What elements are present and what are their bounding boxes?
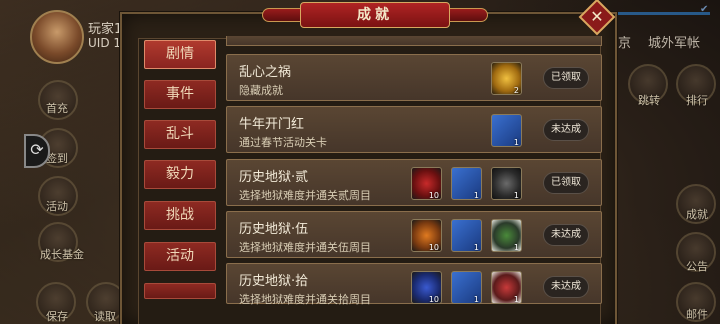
title-wing-right bbox=[448, 8, 488, 22]
achievement-desc: 通过春节活动关卡 bbox=[239, 136, 327, 149]
mail-label: 邮件 bbox=[686, 308, 708, 321]
achievement-desc: 选择地狱难度并通关贰周目 bbox=[239, 189, 371, 202]
green-warrior-icon[interactable]: 1 bbox=[491, 219, 522, 252]
reward-count: 1 bbox=[513, 295, 519, 304]
achievement-desc: 隐藏成就 bbox=[239, 84, 283, 97]
reward-count: 1 bbox=[513, 191, 519, 200]
tab-event[interactable]: 事件 bbox=[144, 80, 216, 109]
title-wing-left bbox=[262, 8, 302, 22]
tab-story[interactable]: 剧情 bbox=[144, 40, 216, 69]
reward-count: 1 bbox=[473, 295, 479, 304]
tab-activity[interactable]: 活动 bbox=[144, 242, 216, 271]
blue-token-icon[interactable]: 1 bbox=[451, 219, 482, 252]
achievement-title: 牛年开门红 bbox=[239, 117, 305, 132]
close-icon[interactable]: ✕ bbox=[584, 4, 610, 30]
status-button[interactable]: 已领取 bbox=[543, 67, 589, 89]
list-item-partial bbox=[226, 36, 602, 46]
achievement-title: 历史地狱·伍 bbox=[239, 222, 309, 237]
achievement-row: 乱心之祸 隐藏成就 2 已领取 bbox=[226, 54, 602, 101]
reward-count: 1 bbox=[513, 243, 519, 252]
achievement-desc: 选择地狱难度并通关伍周目 bbox=[239, 241, 371, 254]
tab-perseverance[interactable]: 毅力 bbox=[144, 160, 216, 189]
reward-count: 10 bbox=[428, 191, 439, 200]
achievement-row: 历史地狱·拾 选择地狱难度并通关拾周目 10 1 1 未达成 bbox=[226, 263, 602, 306]
blue-token-icon[interactable]: 1 bbox=[451, 167, 482, 200]
tab-brawl[interactable]: 乱斗 bbox=[144, 120, 216, 149]
panel-title: 成就 bbox=[300, 2, 450, 28]
reward-count: 10 bbox=[428, 295, 439, 304]
load-label: 读取 bbox=[94, 310, 116, 323]
blue-fruit-icon[interactable]: 10 bbox=[411, 271, 442, 304]
jump-label: 跳转 bbox=[638, 94, 660, 107]
reward-count: 10 bbox=[428, 243, 439, 252]
save-label: 保存 bbox=[46, 310, 68, 323]
achievement-row: 历史地狱·伍 选择地狱难度并通关伍周目 10 1 1 未达成 bbox=[226, 211, 602, 258]
growth-fund-label: 成长基金 bbox=[40, 248, 84, 261]
tab-challenge[interactable]: 挑战 bbox=[144, 201, 216, 230]
status-button[interactable]: 已领取 bbox=[543, 172, 589, 194]
achievement-title: 历史地狱·贰 bbox=[239, 170, 309, 185]
gold-ingot-icon[interactable]: 2 bbox=[491, 62, 522, 95]
ranking-label: 排行 bbox=[686, 94, 708, 107]
activity-label: 活动 bbox=[46, 200, 68, 213]
check-icon: ✔ bbox=[700, 4, 709, 15]
blue-token-icon[interactable]: 1 bbox=[451, 271, 482, 304]
achievement-desc: 选择地狱难度并通关拾周目 bbox=[239, 293, 371, 306]
red-fruit-icon[interactable]: 10 bbox=[411, 167, 442, 200]
orange-fruit-icon[interactable]: 10 bbox=[411, 219, 442, 252]
achievement-row: 牛年开门红 通过春节活动关卡 1 未达成 bbox=[226, 106, 602, 153]
notice-label: 公告 bbox=[686, 260, 708, 273]
energy-bar bbox=[610, 12, 710, 15]
red-warrior-icon[interactable]: 1 bbox=[491, 271, 522, 304]
status-button[interactable]: 未达成 bbox=[543, 224, 589, 246]
reward-count: 1 bbox=[473, 191, 479, 200]
first-recharge-label: 首充 bbox=[46, 102, 68, 115]
dark-warrior-icon[interactable]: 1 bbox=[491, 167, 522, 200]
status-button[interactable]: 未达成 bbox=[543, 119, 589, 141]
status-button[interactable]: 未达成 bbox=[543, 276, 589, 298]
tab-partial[interactable] bbox=[144, 283, 216, 299]
reward-count: 1 bbox=[473, 243, 479, 252]
achievement-label: 成就 bbox=[686, 208, 708, 221]
player-avatar[interactable] bbox=[30, 10, 84, 64]
achievement-title: 历史地狱·拾 bbox=[239, 274, 309, 289]
blue-token-icon[interactable]: 1 bbox=[491, 114, 522, 147]
tab-jing[interactable]: 京 bbox=[618, 32, 631, 51]
reward-count: 1 bbox=[513, 138, 519, 147]
reward-count: 2 bbox=[513, 86, 519, 95]
tab-city-camp[interactable]: 城外军帐 bbox=[648, 32, 700, 51]
achievement-row: 历史地狱·贰 选择地狱难度并通关贰周目 10 1 1 已领取 bbox=[226, 159, 602, 206]
achievement-title: 乱心之祸 bbox=[239, 65, 292, 80]
